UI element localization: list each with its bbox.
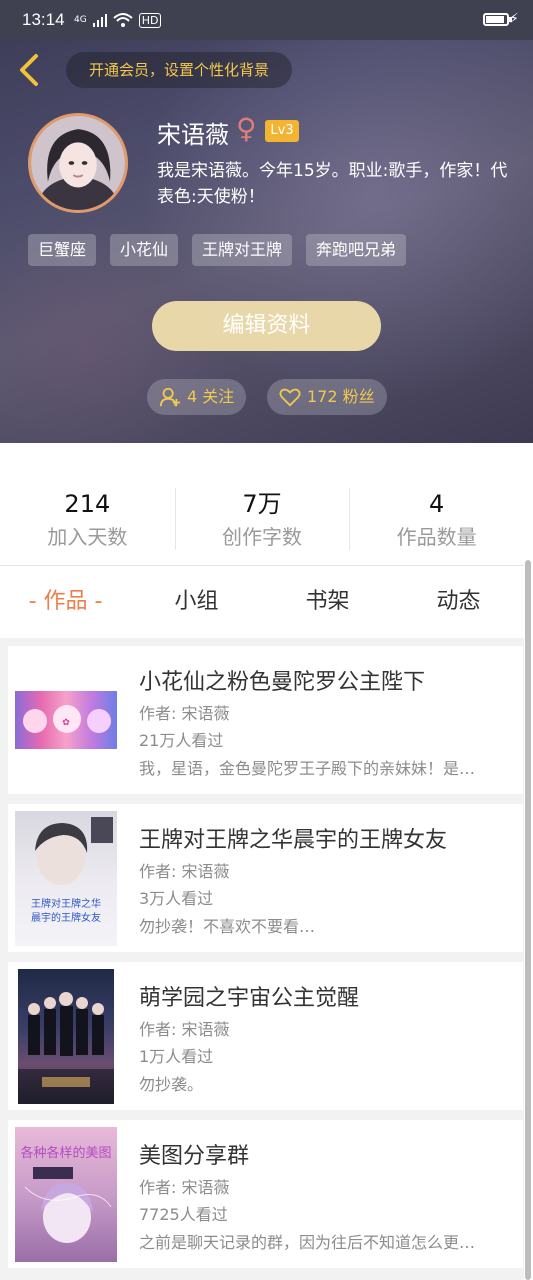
heart-icon	[279, 388, 301, 407]
tab-groups[interactable]: 小组	[131, 566, 262, 638]
edit-profile-button[interactable]: 编辑资料	[152, 301, 381, 351]
status-icons: 4G HD	[74, 12, 162, 28]
work-card[interactable]: 萌学园之宇宙公主觉醒 作者: 宋语薇 1万人看过 勿抄袭。	[8, 962, 523, 1110]
work-description: 勿抄袭。	[139, 1075, 204, 1094]
work-views: 1万人看过	[139, 1047, 214, 1066]
work-description: 勿抄袭！不喜欢不要看…	[139, 917, 316, 936]
followers-count: 172 粉丝	[307, 387, 375, 406]
stat-value: 4	[429, 490, 445, 518]
stat-join-days: 214 加入天数	[0, 443, 175, 565]
scrollbar-thumb[interactable]	[525, 560, 531, 1280]
work-card[interactable]: 王牌对王牌之华 晨宇的王牌女友 王牌对王牌之华晨宇的王牌女友 作者: 宋语薇 3万…	[8, 804, 523, 952]
status-time: 13:14	[22, 10, 65, 29]
stat-works-count: 4 作品数量	[349, 443, 524, 565]
female-gender-icon: ♀	[236, 112, 257, 145]
level-badge: Lv3	[265, 120, 299, 142]
work-title: 小花仙之粉色曼陀罗公主陛下	[139, 670, 426, 695]
stat-label: 加入天数	[47, 525, 128, 549]
add-user-icon	[159, 387, 181, 407]
followers-button[interactable]: 172 粉丝	[267, 379, 387, 415]
wifi-icon	[113, 13, 133, 27]
tag-item[interactable]: 奔跑吧兄弟	[306, 234, 407, 266]
stat-value: 214	[64, 490, 111, 518]
avatar[interactable]	[28, 113, 128, 213]
network-label: 4G	[74, 15, 87, 25]
username: 宋语薇	[157, 121, 229, 149]
work-views: 3万人看过	[139, 889, 214, 908]
svg-text:各种各样的美图: 各种各样的美图	[20, 1145, 111, 1161]
vip-background-prompt[interactable]: 开通会员，设置个性化背景	[66, 52, 292, 88]
stat-word-count: 7万 创作字数	[174, 443, 350, 565]
stat-value: 7万	[242, 490, 282, 518]
tab-works[interactable]: - 作品 -	[0, 566, 131, 638]
work-title: 萌学园之宇宙公主觉醒	[139, 986, 360, 1011]
work-cover-image	[18, 969, 114, 1104]
work-views: 21万人看过	[139, 731, 224, 750]
tab-activity[interactable]: 动态	[393, 566, 524, 638]
stat-label: 作品数量	[396, 525, 477, 549]
work-description: 我，星语，金色曼陀罗王子殿下的亲妹妹！是…	[139, 759, 476, 778]
svg-text:晨宇的王牌女友: 晨宇的王牌女友	[31, 911, 101, 924]
work-author: 作者: 宋语薇	[139, 862, 230, 881]
tag-item[interactable]: 巨蟹座	[28, 234, 97, 266]
status-bar: 13:14 4G HD ⚡	[0, 0, 533, 40]
following-button[interactable]: 4 关注	[147, 379, 247, 415]
work-cover-image: 王牌对王牌之华 晨宇的王牌女友	[15, 811, 117, 946]
work-title: 王牌对王牌之华晨宇的王牌女友	[139, 828, 448, 853]
tag-item[interactable]: 王牌对王牌	[192, 234, 293, 266]
profile-tabs: - 作品 - 小组 书架 动态	[0, 566, 524, 638]
tag-item[interactable]: 小花仙	[110, 234, 179, 266]
work-cover-image: ✿	[15, 691, 117, 749]
work-card[interactable]: ✿ 小花仙之粉色曼陀罗公主陛下 作者: 宋语薇 21万人看过 我，星语，金色曼陀…	[8, 646, 523, 794]
work-author: 作者: 宋语薇	[139, 1178, 230, 1197]
stat-label: 创作字数	[222, 525, 302, 549]
work-author: 作者: 宋语薇	[139, 1020, 230, 1039]
work-card[interactable]: 各种各样的美图 美图分享群 作者: 宋语薇 7725人看过 之前是聊天记录的群，…	[8, 1120, 523, 1268]
work-title: 美图分享群	[139, 1144, 250, 1169]
following-count: 4 关注	[187, 387, 235, 406]
svg-text:王牌对王牌之华: 王牌对王牌之华	[31, 897, 101, 910]
work-views: 7725人看过	[139, 1205, 228, 1224]
signal-icon	[92, 14, 107, 27]
tag-list: 巨蟹座 小花仙 王牌对王牌 奔跑吧兄弟	[28, 234, 407, 266]
work-description: 之前是聊天记录的群，因为往后不知道怎么更…	[139, 1233, 476, 1252]
tab-bookshelf[interactable]: 书架	[262, 566, 393, 638]
hd-icon: HD	[138, 12, 162, 28]
chevron-left-icon	[20, 54, 38, 86]
charging-icon: ⚡	[509, 11, 519, 27]
work-author: 作者: 宋语薇	[139, 704, 230, 723]
bio: 我是宋语薇。今年15岁。职业:歌手，作家！代表色:天使粉！	[157, 161, 508, 207]
battery-icon	[483, 13, 512, 26]
work-cover-image: 各种各样的美图	[15, 1127, 117, 1262]
back-button[interactable]	[14, 52, 44, 88]
stats-bar: 214 加入天数 7万 创作字数 4 作品数量	[0, 443, 524, 566]
svg-text:✿: ✿	[62, 718, 70, 728]
